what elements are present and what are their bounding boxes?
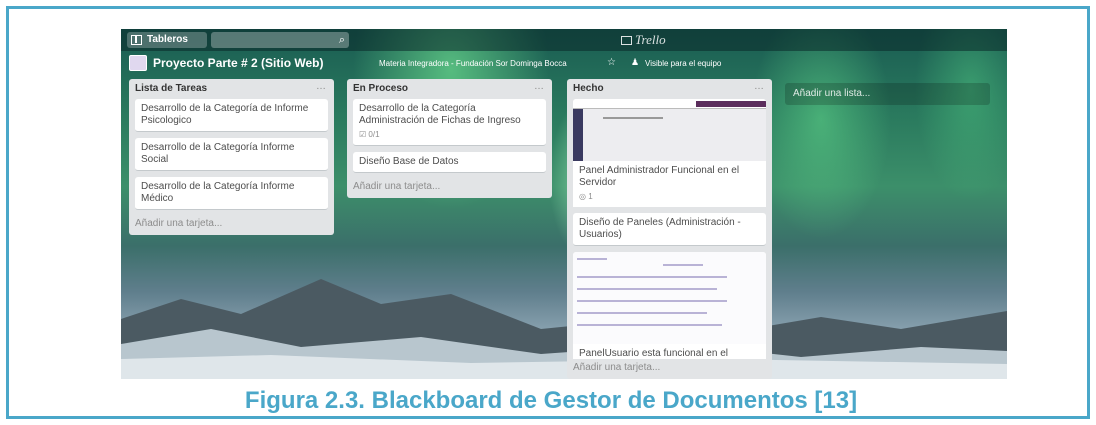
list-title[interactable]: Hecho bbox=[573, 83, 604, 94]
boards-button[interactable]: Tableros bbox=[127, 32, 207, 48]
card-title: Diseño de Paneles (Administración - Usua… bbox=[579, 217, 741, 240]
card[interactable]: PanelUsuario esta funcional en el Servid… bbox=[573, 252, 766, 359]
add-card-link[interactable]: Añadir una tarjeta... bbox=[567, 360, 666, 379]
checklist-badge: ☑ 0/1 bbox=[359, 129, 540, 141]
comment-badge: ◎ 1 bbox=[579, 191, 760, 203]
board-avatar bbox=[129, 55, 147, 71]
card[interactable]: Desarrollo de la Categoría Informe Socia… bbox=[135, 138, 328, 171]
list-menu-icon[interactable]: … bbox=[534, 81, 544, 92]
visibility-label[interactable]: Visible para el equipo bbox=[645, 59, 721, 68]
card-title: Desarrollo de la Categoría Informe Socia… bbox=[141, 142, 295, 165]
card[interactable]: Panel Administrador Funcional en el Serv… bbox=[573, 99, 766, 207]
card-title: PanelUsuario esta funcional en el Servid… bbox=[579, 348, 728, 359]
search-icon[interactable]: ⌕ bbox=[339, 34, 345, 46]
card-title: Desarrollo de la Categoría Informe Médic… bbox=[141, 181, 295, 204]
add-list-button[interactable]: Añadir una lista... bbox=[785, 83, 990, 105]
checklist-count: 0/1 bbox=[368, 130, 380, 139]
trello-screenshot: Tableros ⌕ Trello Proyecto Parte # 2 (Si… bbox=[121, 29, 1007, 379]
card-title: Panel Administrador Funcional en el Serv… bbox=[579, 165, 740, 188]
trello-logo-text: Trello bbox=[635, 32, 666, 47]
card-cover-image bbox=[573, 99, 766, 161]
add-card-link[interactable]: Añadir una tarjeta... bbox=[347, 179, 552, 198]
list-menu-icon[interactable]: … bbox=[316, 81, 326, 92]
board-title[interactable]: Proyecto Parte # 2 (Sitio Web) bbox=[153, 56, 324, 70]
list-lista-de-tareas: Lista de Tareas … Desarrollo de la Categ… bbox=[129, 79, 334, 235]
boards-label: Tableros bbox=[147, 34, 188, 45]
card[interactable]: Desarrollo de la Categoría Informe Médic… bbox=[135, 177, 328, 210]
landscape-background bbox=[121, 279, 1007, 379]
comment-icon: ◎ bbox=[579, 192, 586, 201]
team-visibility-icon: ♟ bbox=[631, 57, 640, 67]
figure-caption: Figura 2.3. Blackboard de Gestor de Docu… bbox=[244, 387, 858, 414]
list-hecho: Hecho … Panel Administrador Funcional en… bbox=[567, 79, 772, 379]
card[interactable]: Diseño de Paneles (Administración - Usua… bbox=[573, 213, 766, 246]
card-title: Diseño Base de Datos bbox=[359, 156, 459, 167]
board-header: Proyecto Parte # 2 (Sitio Web) Materia I… bbox=[121, 53, 1007, 75]
list-menu-icon[interactable]: … bbox=[754, 81, 764, 92]
boards-icon bbox=[131, 35, 142, 45]
card-title: Desarrollo de la Categoría Administració… bbox=[359, 103, 521, 126]
search-input[interactable]: ⌕ bbox=[211, 32, 349, 48]
card[interactable]: Desarrollo de la Categoría Administració… bbox=[353, 99, 546, 146]
list-en-proceso: En Proceso … Desarrollo de la Categoría … bbox=[347, 79, 552, 198]
checklist-icon: ☑ bbox=[359, 130, 367, 139]
card[interactable]: Diseño Base de Datos bbox=[353, 152, 546, 173]
list-title[interactable]: En Proceso bbox=[353, 83, 408, 94]
list-title[interactable]: Lista de Tareas bbox=[135, 83, 207, 94]
card-cover-image bbox=[573, 252, 766, 344]
figure-frame: Tableros ⌕ Trello Proyecto Parte # 2 (Si… bbox=[6, 6, 1090, 419]
comment-count: 1 bbox=[588, 192, 593, 201]
top-navbar: Tableros ⌕ Trello bbox=[121, 29, 1007, 51]
board-organization[interactable]: Materia Integradora - Fundación Sor Domi… bbox=[379, 59, 567, 68]
trello-logo-icon bbox=[621, 35, 632, 45]
add-card-link[interactable]: Añadir una tarjeta... bbox=[129, 216, 334, 235]
star-icon[interactable]: ☆ bbox=[607, 57, 616, 68]
card[interactable]: Desarrollo de la Categoría de Informe Ps… bbox=[135, 99, 328, 132]
card-title: Desarrollo de la Categoría de Informe Ps… bbox=[141, 103, 309, 126]
trello-logo[interactable]: Trello bbox=[621, 32, 666, 48]
